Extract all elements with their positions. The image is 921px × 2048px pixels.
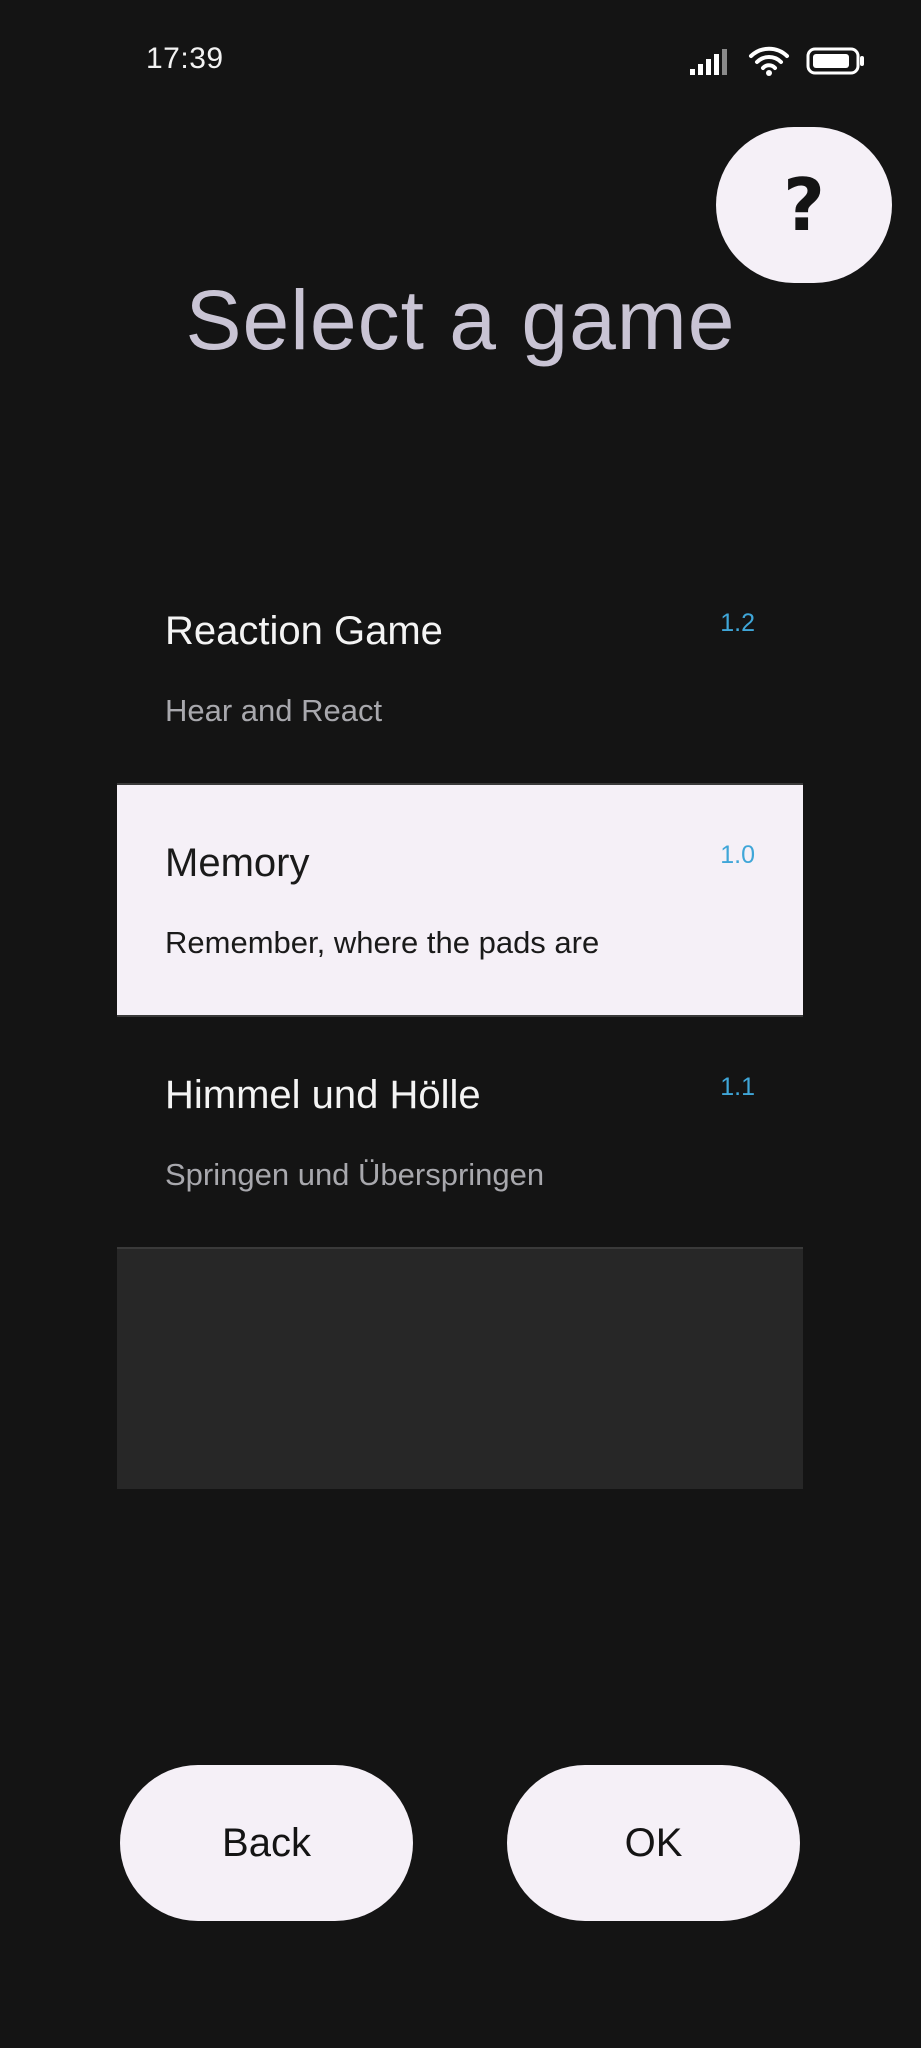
game-name: Memory (165, 841, 310, 885)
wifi-icon (749, 46, 789, 76)
game-list: Reaction Game Hear and React 1.2 Memory … (117, 553, 803, 1489)
status-bar: 17:39 (0, 0, 921, 120)
game-item-reaction-game[interactable]: Reaction Game Hear and React 1.2 (117, 553, 803, 785)
status-time: 17:39 (146, 42, 224, 75)
game-version: 1.0 (720, 841, 755, 869)
game-description: Springen und Überspringen (165, 1157, 545, 1192)
status-icons (690, 44, 866, 78)
game-name: Reaction Game (165, 609, 443, 653)
signal-icon (690, 49, 727, 75)
game-description: Remember, where the pads are (165, 925, 600, 960)
battery-icon (806, 47, 864, 75)
game-name: Himmel und Hölle (165, 1073, 481, 1117)
game-item-memory[interactable]: Memory Remember, where the pads are 1.0 (117, 785, 803, 1017)
game-version: 1.1 (720, 1073, 755, 1101)
question-mark-icon: ? (783, 163, 825, 247)
list-empty-area (117, 1249, 803, 1489)
ok-button[interactable]: OK (507, 1765, 800, 1921)
game-description: Hear and React (165, 693, 383, 728)
back-button[interactable]: Back (120, 1765, 413, 1921)
help-button[interactable]: ? (716, 127, 892, 283)
game-version: 1.2 (720, 609, 755, 637)
game-item-himmel-und-hoelle[interactable]: Himmel und Hölle Springen und Überspring… (117, 1017, 803, 1249)
page-title: Select a game (185, 273, 736, 367)
